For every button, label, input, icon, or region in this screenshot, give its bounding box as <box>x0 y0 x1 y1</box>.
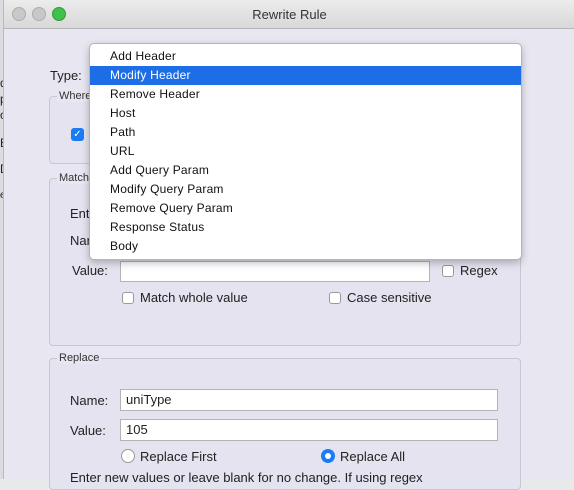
replace-name-input[interactable]: uniType <box>120 389 498 411</box>
dropdown-option-host[interactable]: Host <box>90 104 521 123</box>
case-sensitive-label: Case sensitive <box>347 290 432 305</box>
replace-all-radio[interactable] <box>321 449 335 463</box>
replace-first-radio[interactable] <box>121 449 135 463</box>
dropdown-option-add-header[interactable]: Add Header <box>90 47 521 66</box>
title-bar[interactable]: Rewrite Rule <box>4 0 574 29</box>
where-checkbox[interactable]: ✓ <box>71 128 84 141</box>
dropdown-option-response-status[interactable]: Response Status <box>90 218 521 237</box>
match-whole-value-label: Match whole value <box>140 290 248 305</box>
dropdown-option-remove-query-param[interactable]: Remove Query Param <box>90 199 521 218</box>
dropdown-option-body[interactable]: Body <box>90 237 521 256</box>
dropdown-option-url[interactable]: URL <box>90 142 521 161</box>
match-whole-value-checkbox[interactable] <box>122 292 134 304</box>
match-value-label: Value: <box>72 263 108 278</box>
type-label: Type: <box>50 68 82 83</box>
dropdown-option-modify-query-param[interactable]: Modify Query Param <box>90 180 521 199</box>
case-sensitive-checkbox[interactable] <box>329 292 341 304</box>
replace-all-label: Replace All <box>340 449 406 464</box>
regex-checkbox[interactable] <box>442 265 454 277</box>
where-panel-title: Where <box>57 90 94 102</box>
replace-value-label: Value: <box>70 423 106 438</box>
replace-panel-title: Replace <box>57 352 102 364</box>
type-dropdown-menu[interactable]: Add Header Modify Header Remove Header H… <box>89 43 522 260</box>
replace-value-input[interactable]: 105 <box>120 419 498 441</box>
replace-first-label: Replace First <box>140 449 217 464</box>
dropdown-option-remove-header[interactable]: Remove Header <box>90 85 521 104</box>
match-panel-title: Match <box>57 172 91 184</box>
replace-hint-text: Enter new values or leave blank for no c… <box>70 470 423 485</box>
dropdown-option-add-query-param[interactable]: Add Query Param <box>90 161 521 180</box>
regex-label: Regex <box>460 263 498 278</box>
match-value-input[interactable] <box>120 261 430 282</box>
match-enter-label: Ent <box>70 206 90 221</box>
replace-name-label: Name: <box>70 393 109 408</box>
dropdown-option-path[interactable]: Path <box>90 123 521 142</box>
window-title: Rewrite Rule <box>252 7 327 22</box>
dropdown-option-modify-header[interactable]: Modify Header <box>90 66 521 85</box>
